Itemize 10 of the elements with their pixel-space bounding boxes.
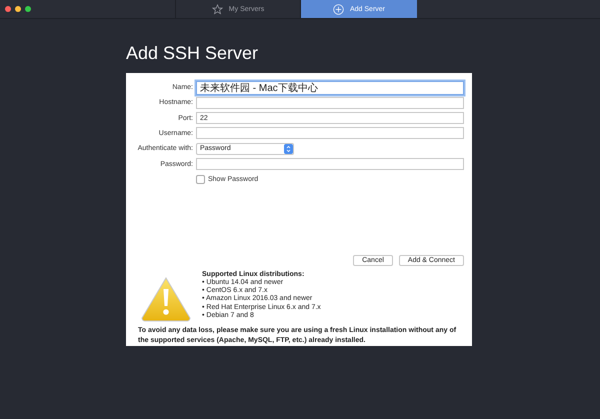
page-title: Add SSH Server [126,42,260,65]
checkbox[interactable] [196,174,205,184]
input-field[interactable] [196,127,464,140]
input-field[interactable]: 未来软件园 - Mac下载中心 [196,80,464,95]
chevron-updown-icon [286,144,291,153]
star-icon [212,4,223,14]
input-field[interactable] [196,96,464,109]
input-field[interactable] [196,158,464,170]
plus-icon [332,4,344,14]
warning-icon [140,276,192,322]
